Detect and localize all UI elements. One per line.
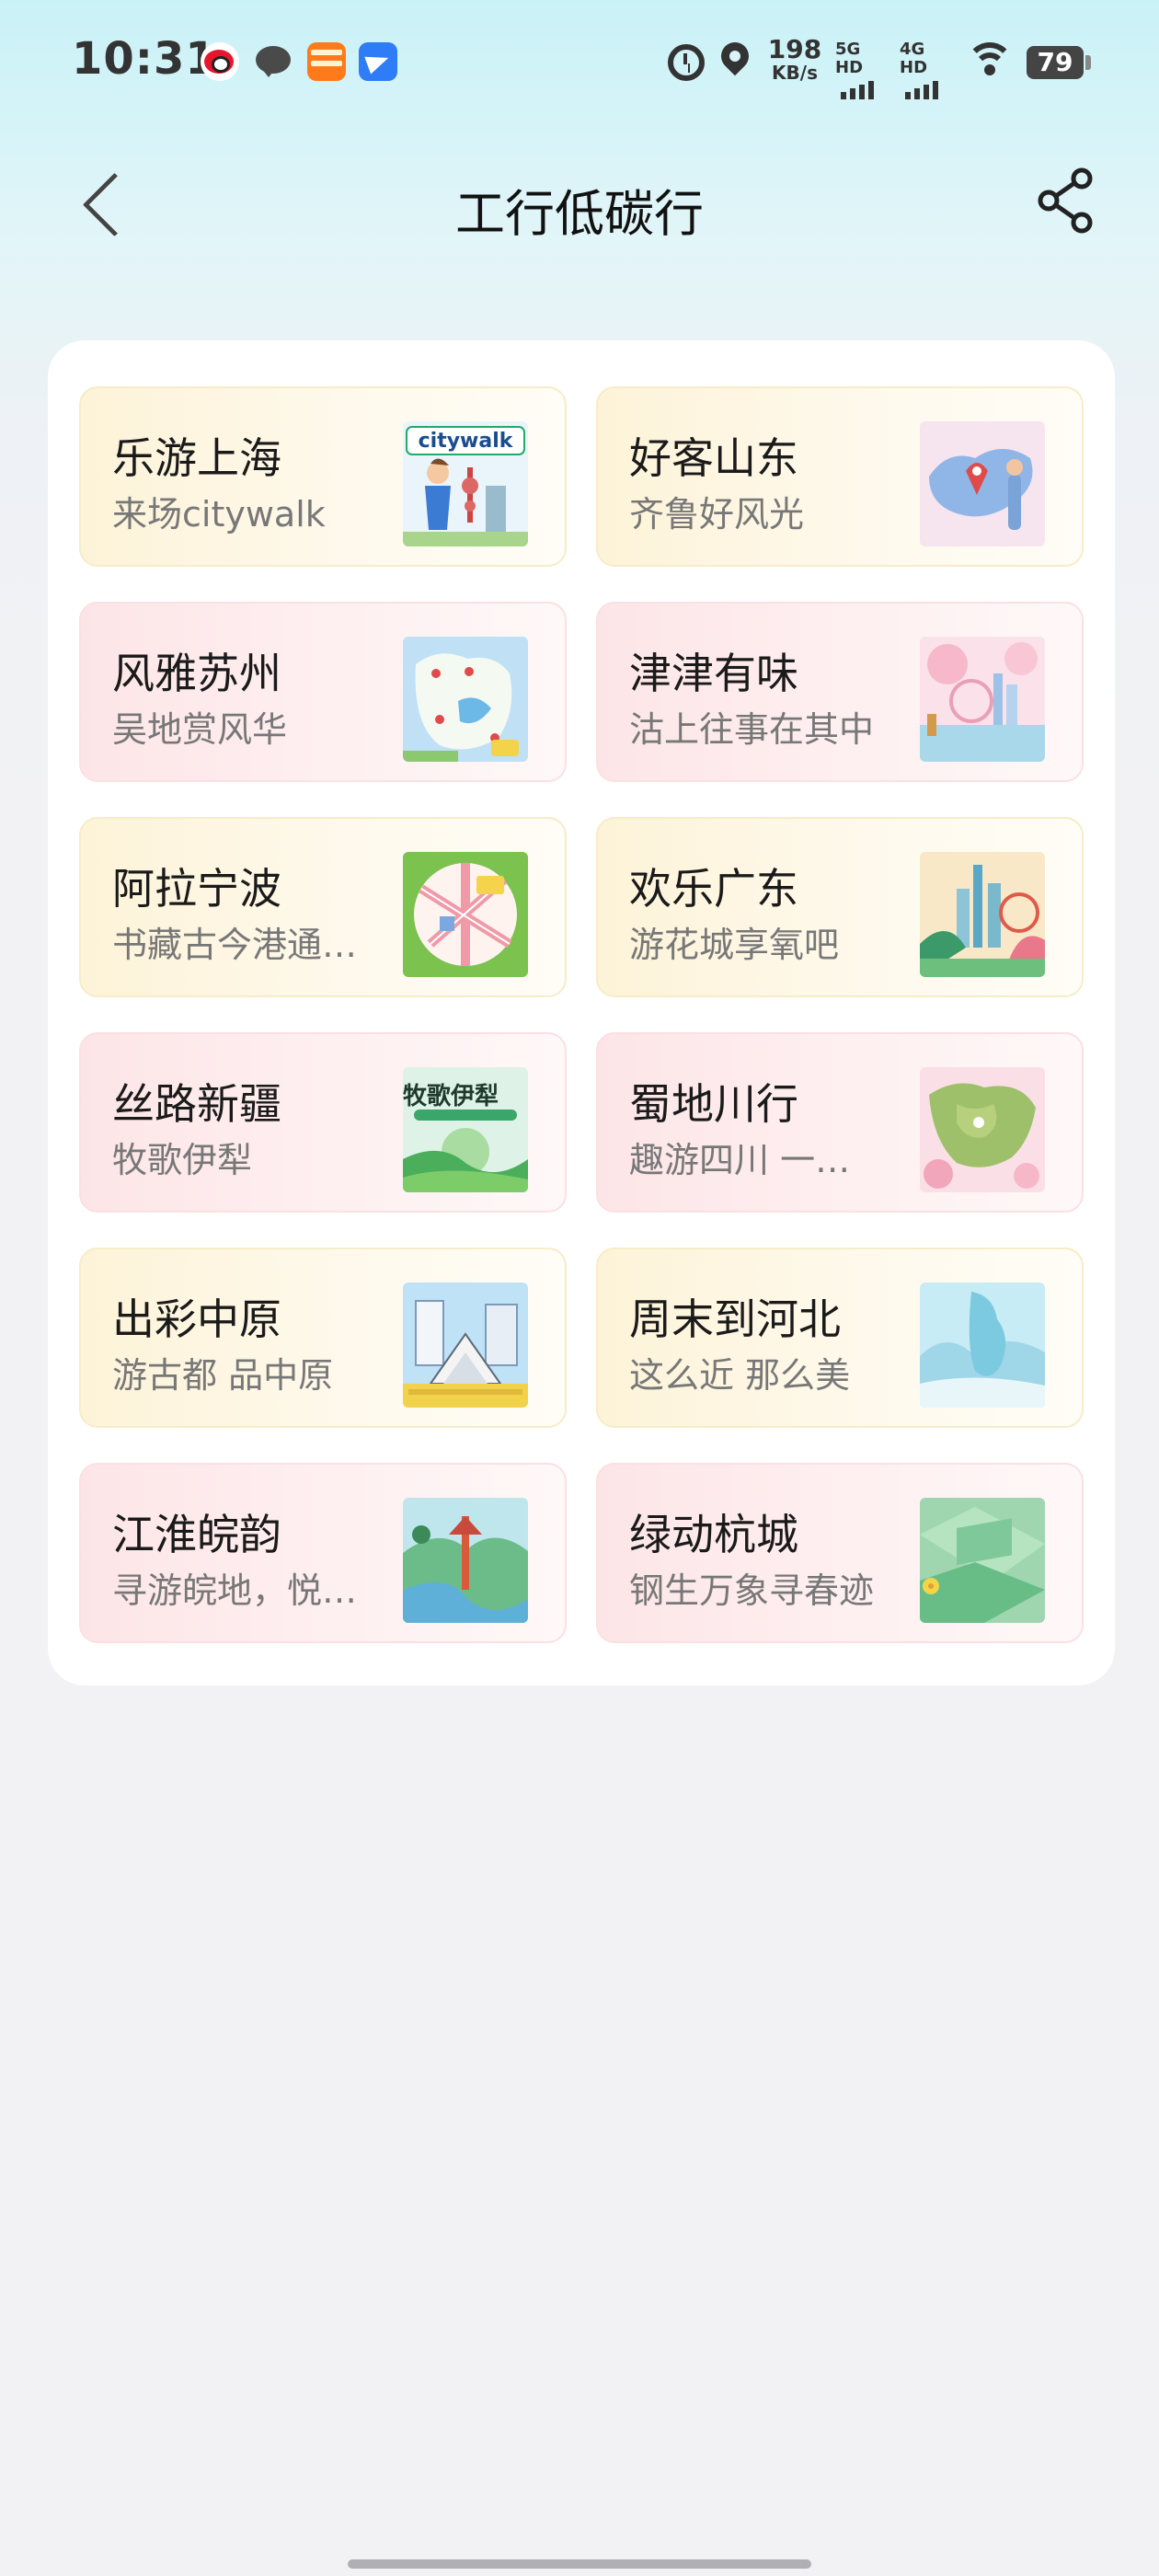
tile-suzhou[interactable]: 风雅苏州 吴地赏风华 [79,602,567,782]
battery-icon: 79 [1027,46,1091,79]
tile-subtitle: 齐鲁好风光 [629,494,805,535]
tile-sichuan[interactable]: 蜀地川行 趣游四川 一… [596,1032,1084,1213]
tile-subtitle: 游花城享氧吧 [629,925,840,965]
signal-label: 4G HD [900,40,928,77]
tile-title: 绿动杭城 [629,1510,798,1559]
tile-subtitle: 书藏古今港通… [112,925,358,965]
suzhou-image [403,637,528,762]
tile-shanghai[interactable]: 乐游上海 来场citywalk citywalk [79,386,567,567]
tile-title: 江淮皖韵 [112,1510,281,1559]
tile-guangdong[interactable]: 欢乐广东 游花城享氧吧 [596,817,1084,997]
tile-subtitle: 寻游皖地，悦… [112,1570,358,1611]
signal-icon: 4G HD [900,40,955,99]
wifi-icon [966,42,1014,79]
tile-anhui[interactable]: 江淮皖韵 寻游皖地，悦… [79,1463,567,1643]
tile-hebei[interactable]: 周末到河北 这么近 那么美 [596,1248,1084,1428]
weibo-icon [201,42,239,81]
hebei-image [920,1282,1045,1408]
anhui-image [403,1498,528,1623]
tile-subtitle: 牧歌伊犁 [112,1140,253,1180]
tile-zhongyuan[interactable]: 出彩中原 游古都 品中原 [79,1248,567,1428]
tile-subtitle: 钢生万象寻春迹 [629,1570,875,1611]
tile-tianjin[interactable]: 津津有味 沽上往事在其中 [596,602,1084,782]
home-indicator[interactable] [348,2559,811,2569]
plane-icon [359,42,397,81]
tile-subtitle: 沽上往事在其中 [629,709,875,750]
tile-hangzhou[interactable]: 绿动杭城 钢生万象寻春迹 [596,1463,1084,1643]
xinjiang-image: 牧歌伊犁 [403,1067,528,1192]
status-bar: 10:31 198 KB/s 5G HD 4G HD 79 [0,0,1159,129]
tianjin-image [920,637,1045,762]
tile-subtitle: 吴地赏风华 [112,709,288,750]
tile-subtitle: 这么近 那么美 [629,1355,851,1396]
battery-level: 79 [1037,47,1073,77]
tile-title: 乐游上海 [112,433,281,483]
shanghai-image-text: citywalk [419,430,514,453]
shandong-image [920,421,1045,546]
network-speed-value: 198 [767,34,822,64]
guangdong-image [920,852,1045,977]
xinjiang-image-text: 牧歌伊犁 [403,1083,499,1110]
share-icon[interactable] [1034,164,1100,237]
sichuan-image [920,1067,1045,1192]
signal-icon: 5G HD [835,40,890,99]
tile-subtitle: 游古都 品中原 [112,1355,334,1396]
destination-panel: 乐游上海 来场citywalk citywalk 好客山东 齐鲁好风光 风雅苏州… [48,340,1115,1685]
hangzhou-image [920,1498,1045,1623]
tile-title: 阿拉宁波 [112,864,281,914]
tile-ningbo[interactable]: 阿拉宁波 书藏古今港通… [79,817,567,997]
tile-title: 风雅苏州 [112,649,281,698]
nav-header: 工行低碳行 [0,147,1159,258]
status-time: 10:31 [72,33,217,85]
ningbo-image [403,852,528,977]
tile-title: 蜀地川行 [629,1079,798,1129]
tile-title: 丝路新疆 [112,1079,281,1129]
network-speed: 198 KB/s [767,37,822,92]
tile-title: 津津有味 [629,649,798,698]
tile-title: 好客山东 [629,433,798,483]
taobao-icon [307,42,346,81]
tile-subtitle: 来场citywalk [112,494,326,535]
chat-icon [256,42,294,81]
zhongyuan-image [403,1282,528,1408]
tile-title: 周末到河北 [629,1294,841,1344]
page-title: 工行低碳行 [455,185,704,243]
tile-title: 欢乐广东 [629,864,798,914]
tile-subtitle: 趣游四川 一… [629,1140,851,1180]
tile-shandong[interactable]: 好客山东 齐鲁好风光 [596,386,1084,567]
tile-xinjiang[interactable]: 丝路新疆 牧歌伊犁 牧歌伊犁 [79,1032,567,1213]
network-speed-unit: KB/s [772,62,818,84]
location-icon [715,36,755,76]
tile-title: 出彩中原 [112,1294,281,1344]
shanghai-image: citywalk [403,421,528,546]
alarm-icon [668,44,705,81]
signal-label: 5G HD [835,40,864,77]
